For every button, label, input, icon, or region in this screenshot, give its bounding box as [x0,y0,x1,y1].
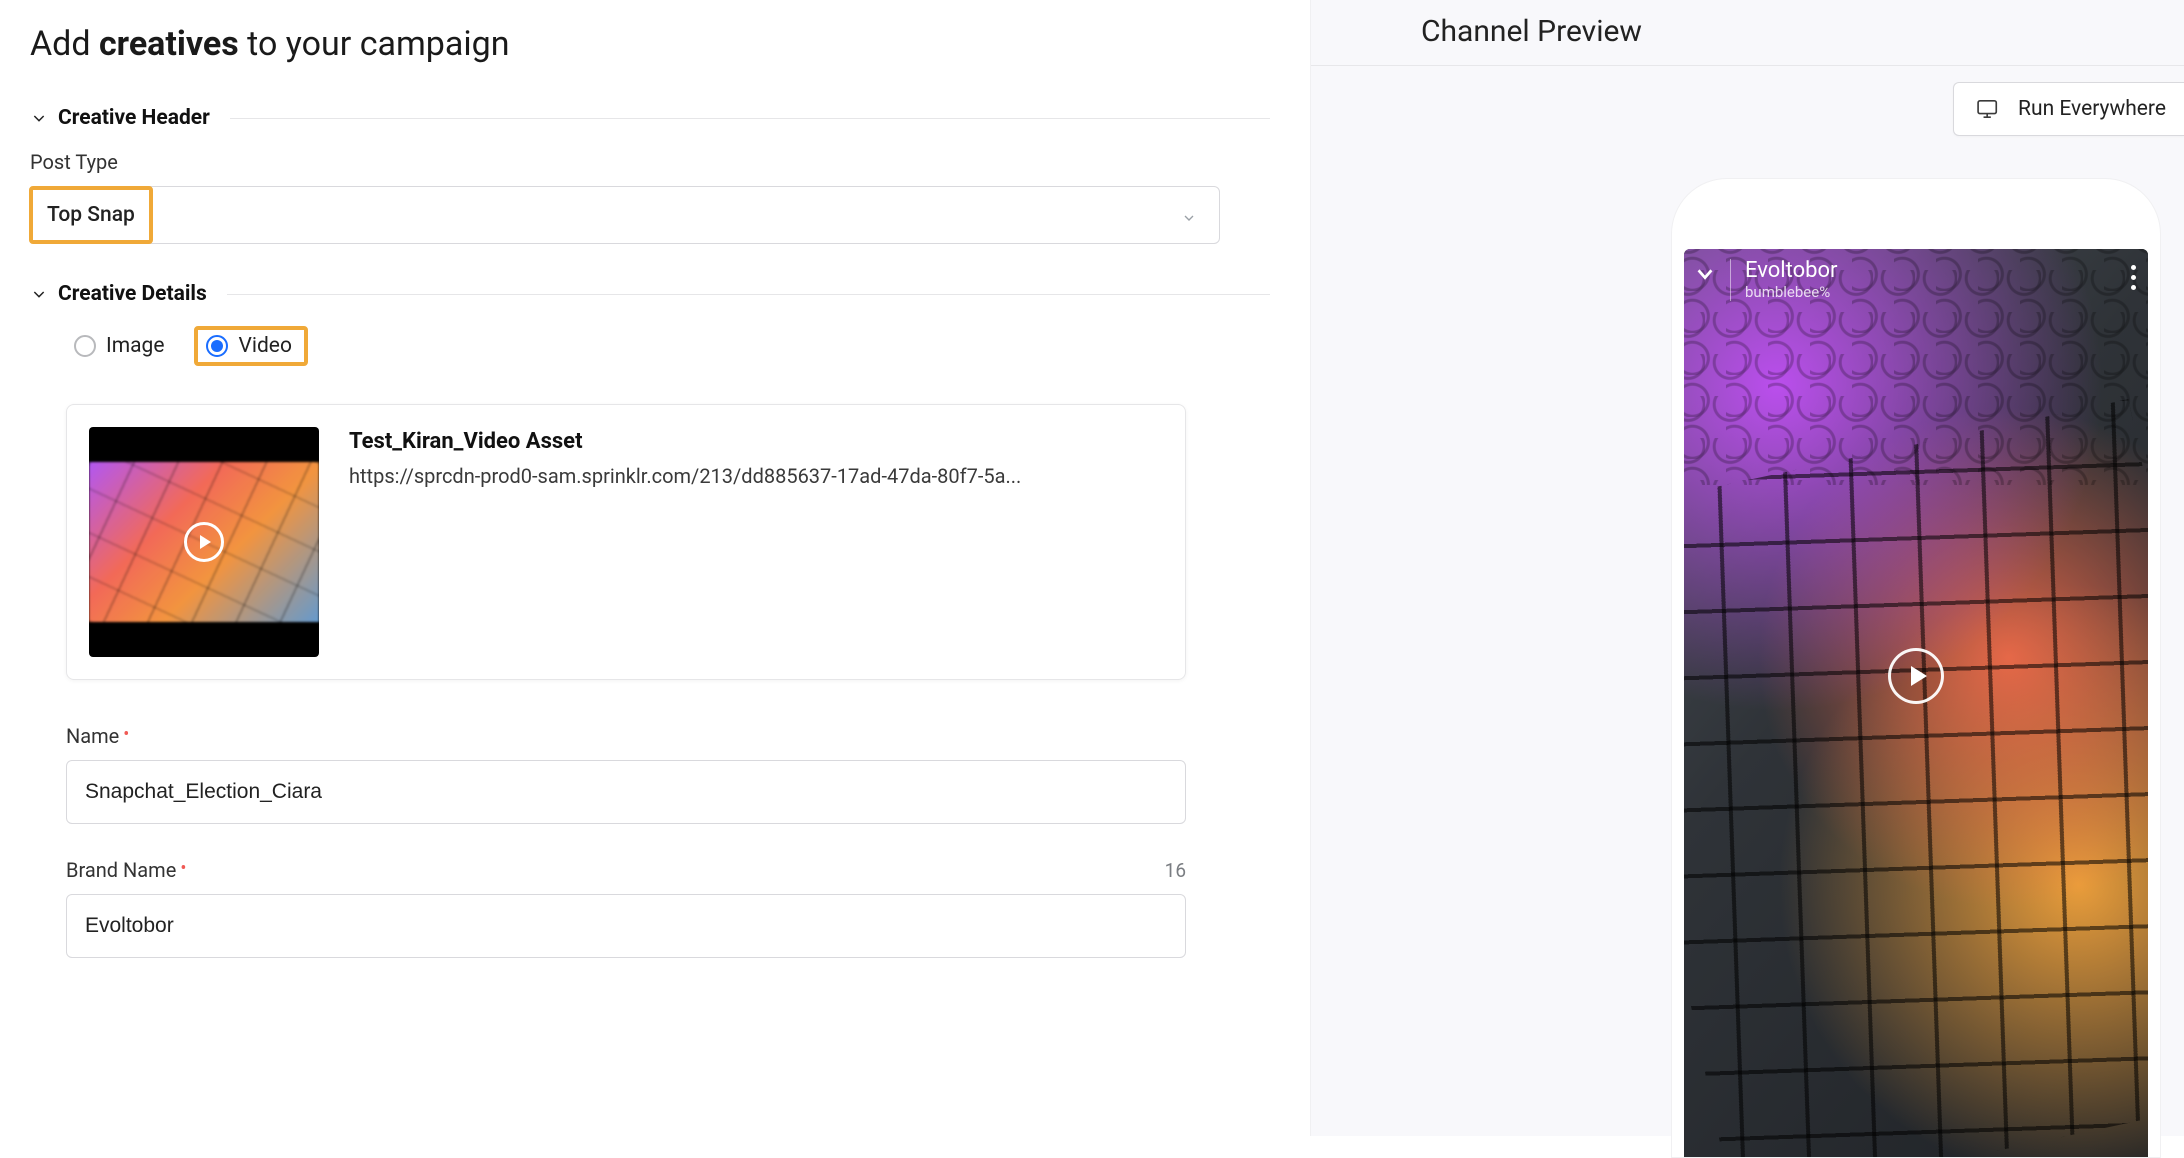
brand-char-count: 16 [1165,859,1186,882]
preview-panel: Channel Preview Run Everywhere [1310,0,2184,1136]
brand-input[interactable] [66,894,1186,958]
preview-brand: Evoltobor [1745,259,1838,283]
asset-title: Test_Kiran_Video Asset [349,429,1021,454]
divider [1730,259,1731,301]
name-input[interactable] [66,760,1186,824]
phone-preview: Evoltobor bumblebee% [1671,178,2161,1158]
radio-video-label: Video [238,334,291,358]
chevron-down-icon [1181,207,1197,223]
radio-image-label: Image [106,334,164,358]
preview-image-overlay [1684,399,2148,1157]
preview-heading: Channel Preview [1311,0,2184,66]
creative-details-body: Image Video Test_Kiran_Video Asset https… [30,326,1270,958]
run-everywhere-button[interactable]: Run Everywhere [1953,82,2184,136]
page-title-suffix: to your campaign [239,24,510,64]
name-field-block: Name• [66,724,1270,824]
post-type-label: Post Type [30,150,1270,174]
preview-topbar-left: Evoltobor bumblebee% [1694,259,1838,301]
media-radio-group: Image Video [66,326,1270,366]
post-type-select[interactable]: Top Snap [30,186,1220,244]
phone-screen: Evoltobor bumblebee% [1684,249,2148,1157]
preview-topbar: Evoltobor bumblebee% [1694,259,2138,311]
radio-icon [206,335,228,357]
section-creative-details[interactable]: Creative Details [30,282,1270,306]
play-icon[interactable] [1888,648,1944,704]
radio-video-highlight: Video [194,326,307,366]
more-icon[interactable] [2131,259,2138,290]
devices-icon [1976,99,2002,119]
name-label-text: Name [66,724,119,748]
chevron-down-icon [30,109,48,127]
chevron-down-icon[interactable] [1694,263,1716,285]
radio-video[interactable]: Video [206,334,291,358]
asset-meta: Test_Kiran_Video Asset https://sprcdn-pr… [349,427,1021,657]
radio-image[interactable]: Image [66,330,172,362]
play-icon [184,522,224,562]
left-panel: Add creatives to your campaign Creative … [0,0,1300,1136]
name-label: Name• [66,724,1270,748]
page-title: Add creatives to your campaign [30,24,1270,64]
run-everywhere-label: Run Everywhere [2018,97,2166,121]
post-type-value: Top Snap [47,203,135,227]
required-dot: • [123,724,129,745]
preview-handle: bumblebee% [1745,283,1838,301]
preview-brand-block: Evoltobor bumblebee% [1745,259,1838,301]
asset-card[interactable]: Test_Kiran_Video Asset https://sprcdn-pr… [66,404,1186,680]
brand-label-text: Brand Name [66,858,176,882]
brand-field-block: Brand Name• 16 [66,858,1270,958]
asset-url: https://sprcdn-prod0-sam.sprinklr.com/21… [349,464,1021,488]
page-title-bold: creatives [99,24,239,64]
asset-thumbnail[interactable] [89,427,319,657]
section-creative-header[interactable]: Creative Header [30,106,1270,130]
required-dot: • [180,858,186,879]
radio-icon [74,335,96,357]
section-title-creative-details: Creative Details [58,282,207,306]
page-title-prefix: Add [30,24,99,64]
post-type-highlight: Top Snap [29,186,153,244]
chevron-down-icon [30,285,48,303]
divider [227,294,1270,295]
divider [230,118,1270,119]
brand-label: Brand Name• [66,858,186,882]
section-title-creative-header: Creative Header [58,106,210,130]
